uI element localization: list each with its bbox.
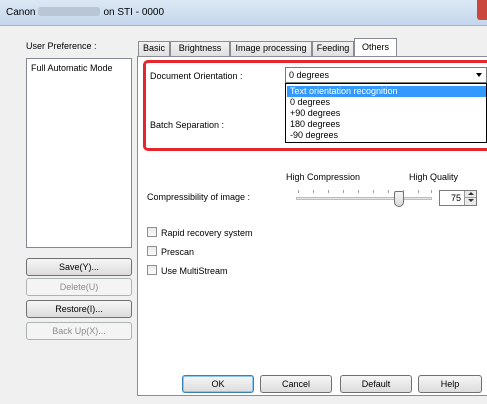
slider-tick xyxy=(418,190,419,193)
title-prefix: Canon xyxy=(6,7,36,18)
document-orientation-value: 0 degrees xyxy=(289,70,330,80)
option-0-degrees[interactable]: 0 degrees xyxy=(287,97,486,108)
slider-tick xyxy=(388,190,389,193)
option-plus-90-degrees[interactable]: +90 degrees xyxy=(287,108,486,119)
option-180-degrees[interactable]: 180 degrees xyxy=(287,119,486,130)
tab-feeding[interactable]: Feeding xyxy=(312,41,354,56)
high-quality-label: High Quality xyxy=(409,172,459,182)
tab-image-processing[interactable]: Image processing xyxy=(230,41,312,56)
document-orientation-select[interactable]: 0 degrees xyxy=(285,67,487,83)
slider-tick xyxy=(431,190,432,193)
rapid-recovery-label: Rapid recovery system xyxy=(161,228,253,238)
high-compression-label: High Compression xyxy=(286,172,361,182)
delete-button[interactable]: Delete(U) xyxy=(26,278,132,296)
title-bar: Canon on STI - 0000 xyxy=(0,0,487,26)
title-suffix: on STI - 0000 xyxy=(103,7,165,18)
compressibility-label: Compressibility of image : xyxy=(147,192,251,202)
user-preference-label: User Preference : xyxy=(26,41,97,51)
slider-tick xyxy=(298,190,299,193)
save-button[interactable]: Save(Y)... xyxy=(26,258,132,276)
slider-tick xyxy=(328,190,329,193)
slider-tick xyxy=(343,190,344,193)
batch-separation-label: Batch Separation : xyxy=(150,120,225,130)
arrow-down-icon xyxy=(468,199,474,202)
option-text-orientation-recognition[interactable]: Text orientation recognition xyxy=(287,86,486,97)
backup-button[interactable]: Back Up(X)... xyxy=(26,322,132,340)
slider-tick xyxy=(373,190,374,193)
restore-button[interactable]: Restore(I)... xyxy=(26,300,132,318)
compressibility-spinbox[interactable]: 75 xyxy=(439,190,477,206)
orientation-dropdown-list: Text orientation recognition 0 degrees +… xyxy=(285,83,487,143)
multistream-checkbox[interactable] xyxy=(147,265,157,275)
help-button[interactable]: Help xyxy=(418,375,482,393)
document-orientation-label: Document Orientation : xyxy=(150,71,243,81)
chevron-down-icon xyxy=(476,73,482,77)
scanner-settings-window: Canon on STI - 0000 User Preference : Ful… xyxy=(0,0,487,404)
slider-track xyxy=(296,197,432,200)
close-button[interactable] xyxy=(477,0,487,20)
redacted-model-name xyxy=(38,7,101,16)
prescan-checkbox[interactable] xyxy=(147,246,157,256)
slider-tick xyxy=(358,190,359,193)
option-minus-90-degrees[interactable]: -90 degrees xyxy=(287,130,486,141)
tab-others[interactable]: Others xyxy=(354,38,397,56)
tab-basic[interactable]: Basic xyxy=(138,41,170,56)
compressibility-value: 75 xyxy=(450,193,461,203)
rapid-recovery-checkbox[interactable] xyxy=(147,227,157,237)
spin-up-button[interactable] xyxy=(464,191,476,198)
multistream-label: Use MultiStream xyxy=(161,266,228,276)
slider-tick xyxy=(313,190,314,193)
prescan-label: Prescan xyxy=(161,247,195,257)
ok-button[interactable]: OK xyxy=(182,375,254,393)
window-title: Canon on STI - 0000 xyxy=(6,7,164,18)
spin-down-button[interactable] xyxy=(464,198,476,205)
arrow-up-icon xyxy=(468,192,474,195)
user-preference-list[interactable]: Full Automatic Mode xyxy=(26,58,132,248)
list-item-full-automatic-mode[interactable]: Full Automatic Mode xyxy=(31,63,113,73)
cancel-button[interactable]: Cancel xyxy=(260,375,332,393)
default-button[interactable]: Default xyxy=(340,375,412,393)
slider-thumb[interactable] xyxy=(394,191,404,207)
tab-brightness[interactable]: Brightness xyxy=(170,41,230,56)
